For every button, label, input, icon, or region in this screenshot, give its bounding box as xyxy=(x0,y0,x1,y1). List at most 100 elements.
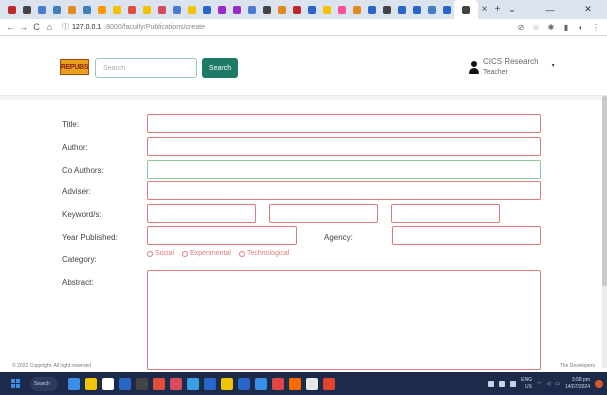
browser-tab[interactable] xyxy=(259,0,274,19)
adviser-field[interactable] xyxy=(147,181,541,200)
year-published-field[interactable] xyxy=(147,226,297,245)
browser-tab[interactable] xyxy=(424,0,439,19)
agency-label: Agency: xyxy=(324,233,353,242)
browser-tab[interactable] xyxy=(289,0,304,19)
browser-tab[interactable] xyxy=(394,0,409,19)
tray-icon[interactable] xyxy=(510,380,517,387)
forward-button[interactable]: → xyxy=(17,21,30,34)
tray-icon[interactable] xyxy=(499,380,506,387)
browser-tab[interactable] xyxy=(4,0,19,19)
scrollbar-thumb[interactable] xyxy=(602,96,607,286)
url-field[interactable]: ⓘ 127.0.0.1:8000/faculty/Publications/cr… xyxy=(62,22,205,32)
browser-tab[interactable] xyxy=(19,0,34,19)
reload-button[interactable]: C xyxy=(30,21,43,34)
profile-icon[interactable]: ◐ xyxy=(576,23,586,33)
browser-tab[interactable] xyxy=(169,0,184,19)
clock[interactable]: 3:58 pm 14/07/2024 xyxy=(565,377,590,391)
taskbar-app-icon[interactable] xyxy=(204,377,216,390)
browser-menu-icon[interactable]: ⋮ xyxy=(591,23,601,33)
browser-tab[interactable] xyxy=(49,0,64,19)
category-experimental-radio[interactable]: Experimental xyxy=(182,250,231,257)
bookmark-star-icon[interactable]: ☆ xyxy=(531,23,541,33)
browser-tab[interactable] xyxy=(229,0,244,19)
browser-tab[interactable] xyxy=(274,0,289,19)
browser-tab[interactable] xyxy=(34,0,49,19)
language-indicator[interactable]: ENG US xyxy=(521,377,532,391)
browser-tab[interactable] xyxy=(94,0,109,19)
keyword-field-2[interactable] xyxy=(269,204,378,223)
browser-tab[interactable] xyxy=(214,0,229,19)
taskbar-app-icon[interactable] xyxy=(136,377,148,390)
browser-tab[interactable] xyxy=(409,0,424,19)
browser-tab[interactable] xyxy=(319,0,334,19)
browser-tab[interactable] xyxy=(139,0,154,19)
taskbar-app-icon[interactable] xyxy=(306,377,318,390)
battery-icon[interactable]: ▭ xyxy=(555,381,560,387)
taskbar-app-icon[interactable] xyxy=(238,377,250,390)
browser-tab[interactable] xyxy=(124,0,139,19)
wifi-icon[interactable]: ◠ xyxy=(537,381,541,387)
coauthors-field[interactable] xyxy=(147,160,541,179)
taskbar-app-icon[interactable] xyxy=(119,377,131,390)
tab-favicon-icon xyxy=(187,5,196,14)
taskbar-app-icon[interactable] xyxy=(272,377,284,390)
browser-tab[interactable] xyxy=(349,0,364,19)
taskbar-app-icon[interactable] xyxy=(153,377,165,390)
browser-tab[interactable] xyxy=(154,0,169,19)
tab-close-icon[interactable]: × xyxy=(478,0,491,19)
author-label: Author: xyxy=(62,143,88,152)
browser-tab[interactable] xyxy=(454,0,478,19)
minimize-button[interactable]: — xyxy=(531,0,569,19)
taskbar-app-icon[interactable] xyxy=(187,377,199,390)
taskbar-app-icon[interactable] xyxy=(255,377,267,390)
browser-tab[interactable] xyxy=(439,0,454,19)
window-menu-button[interactable]: ⌄ xyxy=(493,0,531,19)
abstract-textarea[interactable] xyxy=(147,270,541,370)
user-menu[interactable]: CICS Research Teacher ▾ xyxy=(468,56,555,78)
browser-tab[interactable] xyxy=(184,0,199,19)
search-input[interactable] xyxy=(95,58,197,78)
category-technological-radio[interactable]: Technological xyxy=(238,250,289,257)
taskbar-app-icon[interactable] xyxy=(323,377,335,390)
windows-start-icon[interactable] xyxy=(6,375,24,393)
browser-tab[interactable] xyxy=(364,0,379,19)
app-logo[interactable]: REPUBS xyxy=(60,59,89,75)
taskbar-app-icon[interactable] xyxy=(68,377,80,390)
taskbar-app-icon[interactable] xyxy=(221,377,233,390)
browser-tab[interactable] xyxy=(334,0,349,19)
browser-tab[interactable] xyxy=(379,0,394,19)
browser-tab[interactable] xyxy=(79,0,94,19)
category-social-radio[interactable]: Social xyxy=(147,250,174,257)
keywords-label: Keyword/s: xyxy=(62,210,102,219)
taskbar-app-icon[interactable] xyxy=(289,377,301,390)
browser-tab[interactable] xyxy=(244,0,259,19)
home-button[interactable]: ⌂ xyxy=(43,21,56,34)
browser-tab[interactable] xyxy=(304,0,319,19)
site-info-icon[interactable]: ⓘ xyxy=(62,22,69,32)
close-window-button[interactable]: ✕ xyxy=(569,0,607,19)
search-button[interactable]: Search xyxy=(202,58,238,78)
sidebar-icon[interactable]: ▮ xyxy=(561,23,571,33)
tab-favicon-icon xyxy=(337,5,346,14)
browser-tab[interactable] xyxy=(64,0,79,19)
tab-favicon-icon xyxy=(127,5,136,14)
taskbar-app-icon[interactable] xyxy=(170,377,182,390)
keyword-field-1[interactable] xyxy=(147,204,256,223)
tray-icon[interactable] xyxy=(488,380,495,387)
title-field[interactable] xyxy=(147,114,541,133)
browser-tab[interactable] xyxy=(199,0,214,19)
extensions-icon[interactable]: ✱ xyxy=(546,23,556,33)
site-permissions-icon[interactable]: ⊘ xyxy=(516,23,526,33)
taskbar-app-icon[interactable] xyxy=(102,377,114,390)
developers-link[interactable]: The Developers xyxy=(560,363,595,369)
volume-icon[interactable]: ◁ xyxy=(546,381,550,387)
browser-tab[interactable] xyxy=(109,0,124,19)
chevron-down-icon[interactable]: ▾ xyxy=(552,62,555,69)
author-field[interactable] xyxy=(147,137,541,156)
back-button[interactable]: ← xyxy=(4,21,17,34)
keyword-field-3[interactable] xyxy=(391,204,500,223)
notification-icon[interactable] xyxy=(595,379,603,388)
taskbar-app-icon[interactable] xyxy=(85,377,97,390)
agency-field[interactable] xyxy=(392,226,541,245)
taskbar-search[interactable]: Search xyxy=(30,376,58,391)
